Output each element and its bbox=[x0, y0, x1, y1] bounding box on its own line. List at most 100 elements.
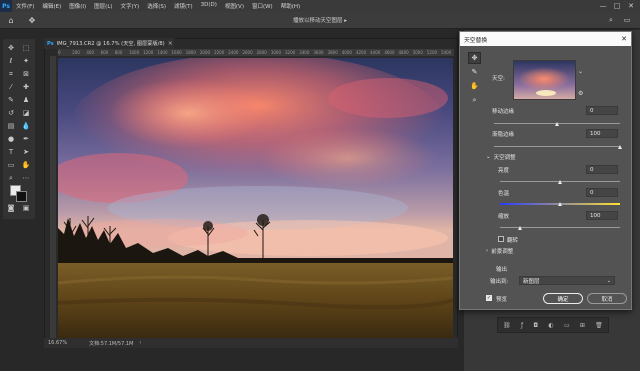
menu-item[interactable]: 窗口(W) bbox=[248, 2, 277, 10]
eyedropper-icon[interactable]: ⁄ bbox=[5, 82, 17, 93]
slider-thumb[interactable] bbox=[517, 226, 522, 230]
menu-item[interactable]: 文件(F) bbox=[12, 2, 38, 10]
zoom-tool-icon[interactable]: ⌕ bbox=[468, 94, 481, 106]
shift-edge-input[interactable]: 0 bbox=[586, 106, 618, 115]
add-mask-icon[interactable]: ◘ bbox=[533, 322, 538, 329]
frame-tool-icon[interactable]: ⊠ bbox=[20, 69, 32, 80]
adjustment-layer-icon[interactable]: ◐ bbox=[548, 322, 553, 329]
fx-icon[interactable]: ƒ bbox=[521, 322, 523, 329]
delete-layer-icon[interactable]: 🗑 bbox=[595, 322, 603, 329]
marquee-tool-icon[interactable]: ⬚ bbox=[20, 43, 32, 54]
sky-brush-tool-icon[interactable]: ✎ bbox=[468, 66, 481, 78]
blur-tool-icon[interactable]: 💧 bbox=[20, 121, 32, 132]
landscape-photo bbox=[58, 58, 453, 338]
hand-tool-icon[interactable]: ✋ bbox=[468, 80, 481, 92]
zoom-level[interactable]: 16.67% bbox=[48, 340, 67, 346]
menu-items: 文件(F) 编辑(E) 图像(I) 图层(L) 文字(Y) 选择(S) 滤镜(T) 3D(D)… bbox=[12, 2, 304, 10]
menu-item[interactable]: 滤镜(T) bbox=[170, 2, 197, 10]
sky-settings-gear-icon[interactable]: ⚙ bbox=[578, 90, 583, 97]
sky-adjustments-label: 天空调整 bbox=[493, 155, 516, 161]
foreground-adjustments-section[interactable]: › 前景调整 bbox=[486, 247, 513, 255]
home-icon[interactable]: ⌂ bbox=[4, 13, 18, 27]
close-tab-icon[interactable]: × bbox=[168, 40, 173, 47]
menu-item[interactable]: 编辑(E) bbox=[38, 2, 65, 10]
sky-preset-thumbnail[interactable] bbox=[513, 60, 576, 100]
document-icon: Ps bbox=[47, 40, 54, 47]
ruler-tick-label: 2000 bbox=[199, 50, 211, 55]
sky-move-tool-icon[interactable]: ✥ bbox=[468, 52, 481, 64]
photoshop-logo[interactable]: Ps bbox=[0, 0, 12, 12]
search-icon[interactable]: ⌕ bbox=[604, 13, 618, 27]
close-window-button[interactable]: ✕ bbox=[624, 0, 638, 12]
status-bar: 16.67% 文档:57.1M/57.1M › bbox=[44, 338, 458, 348]
status-menu-arrow[interactable]: › bbox=[139, 340, 141, 346]
new-group-icon[interactable]: ▭ bbox=[564, 322, 570, 329]
preview-label: 预览 bbox=[496, 297, 508, 303]
more-tools-icon[interactable]: ⋯ bbox=[20, 173, 32, 184]
link-layers-icon[interactable]: ⛓ bbox=[503, 322, 511, 329]
type-tool-icon[interactable]: T bbox=[5, 147, 17, 158]
output-to-select[interactable]: 新图层 ⌄ bbox=[519, 276, 615, 285]
slider-thumb[interactable] bbox=[557, 202, 562, 206]
tools-panel: ✥ ⬚ ℓ ✦ ⌗ ⊠ ⁄ ✚ ✎ ♟ ↺ ◪ ▤ 💧 ● ✒ T ➤ ▭ ✋ … bbox=[3, 39, 35, 219]
ruler-tick-label: 600 bbox=[100, 50, 109, 55]
dialog-title-bar: 天空替换 bbox=[460, 32, 631, 46]
ruler-tick-label: 3000 bbox=[270, 50, 281, 55]
hand-tool-icon[interactable]: ✋ bbox=[20, 160, 32, 171]
gradient-tool-icon[interactable]: ▤ bbox=[5, 121, 17, 132]
minimize-button[interactable]: — bbox=[596, 0, 610, 12]
zoom-tool-icon[interactable]: ⌕ bbox=[5, 173, 17, 184]
slider-thumb[interactable] bbox=[557, 180, 562, 184]
move-tool-icon[interactable]: ✥ bbox=[5, 43, 17, 54]
magic-wand-icon[interactable]: ✦ bbox=[20, 56, 32, 67]
menu-item[interactable]: 文字(Y) bbox=[117, 2, 144, 10]
ruler-tick-label: 1400 bbox=[157, 50, 168, 55]
ruler-tick-label: 5400 bbox=[441, 50, 452, 55]
ruler-tick-label: 3800 bbox=[327, 50, 338, 55]
menu-item[interactable]: 3D(D) bbox=[197, 2, 221, 10]
scale-input[interactable]: 100 bbox=[586, 211, 618, 220]
pen-tool-icon[interactable]: ✒ bbox=[20, 134, 32, 145]
eraser-icon[interactable]: ◪ bbox=[20, 108, 32, 119]
cancel-button[interactable]: 取消 bbox=[587, 293, 627, 304]
menu-item[interactable]: 帮助(H) bbox=[277, 2, 304, 10]
flip-checkbox[interactable] bbox=[498, 236, 504, 242]
lasso-tool-icon[interactable]: ℓ bbox=[5, 56, 17, 67]
menu-item[interactable]: 选择(S) bbox=[143, 2, 170, 10]
image-canvas[interactable] bbox=[58, 58, 453, 338]
sky-label: 天空: bbox=[492, 76, 505, 82]
ok-button[interactable]: 确定 bbox=[543, 293, 583, 304]
preview-checkbox[interactable]: ✓ bbox=[486, 295, 492, 301]
document-tab[interactable]: Ps IMG_7913.CR2 @ 16.7% (天空, 图层蒙版/8) × bbox=[44, 38, 174, 49]
fade-edge-input[interactable]: 100 bbox=[586, 129, 618, 138]
maximize-button[interactable]: □ bbox=[610, 0, 624, 12]
brightness-input[interactable]: 0 bbox=[586, 165, 618, 174]
fade-edge-slider[interactable] bbox=[494, 146, 620, 147]
menu-item[interactable]: 图像(I) bbox=[65, 2, 90, 10]
background-color-swatch[interactable] bbox=[16, 191, 27, 202]
healing-brush-icon[interactable]: ✚ bbox=[20, 82, 32, 93]
history-brush-icon[interactable]: ↺ bbox=[5, 108, 17, 119]
menu-item[interactable]: 图层(L) bbox=[90, 2, 116, 10]
path-selection-icon[interactable]: ➤ bbox=[20, 147, 32, 158]
ruler-tick-label: 5000 bbox=[412, 50, 423, 55]
vertical-ruler bbox=[50, 56, 56, 338]
brush-tool-icon[interactable]: ✎ bbox=[5, 95, 17, 106]
new-layer-icon[interactable]: ⊞ bbox=[580, 322, 585, 329]
dodge-tool-icon[interactable]: ● bbox=[5, 134, 17, 145]
move-tool-preset-icon[interactable]: ✥ bbox=[24, 13, 40, 27]
temperature-input[interactable]: 0 bbox=[586, 188, 618, 197]
quick-mask-icon[interactable]: ◙ bbox=[5, 203, 17, 214]
shape-tool-icon[interactable]: ▭ bbox=[5, 160, 17, 171]
sky-dropdown-chevron-icon[interactable]: ⌄ bbox=[578, 68, 583, 75]
workspace-icon[interactable]: ▭ bbox=[620, 13, 634, 27]
slider-thumb[interactable] bbox=[554, 122, 559, 126]
screen-mode-icon[interactable]: ▣ bbox=[20, 203, 32, 214]
menu-item[interactable]: 视图(V) bbox=[221, 2, 248, 10]
sky-adjustments-section[interactable]: ⌄ 天空调整 bbox=[486, 153, 516, 161]
crop-tool-icon[interactable]: ⌗ bbox=[5, 69, 17, 80]
dialog-title: 天空替换 bbox=[464, 37, 488, 44]
slider-thumb[interactable] bbox=[617, 145, 622, 149]
dialog-close-button[interactable]: ✕ bbox=[621, 32, 627, 46]
stamp-tool-icon[interactable]: ♟ bbox=[20, 95, 32, 106]
